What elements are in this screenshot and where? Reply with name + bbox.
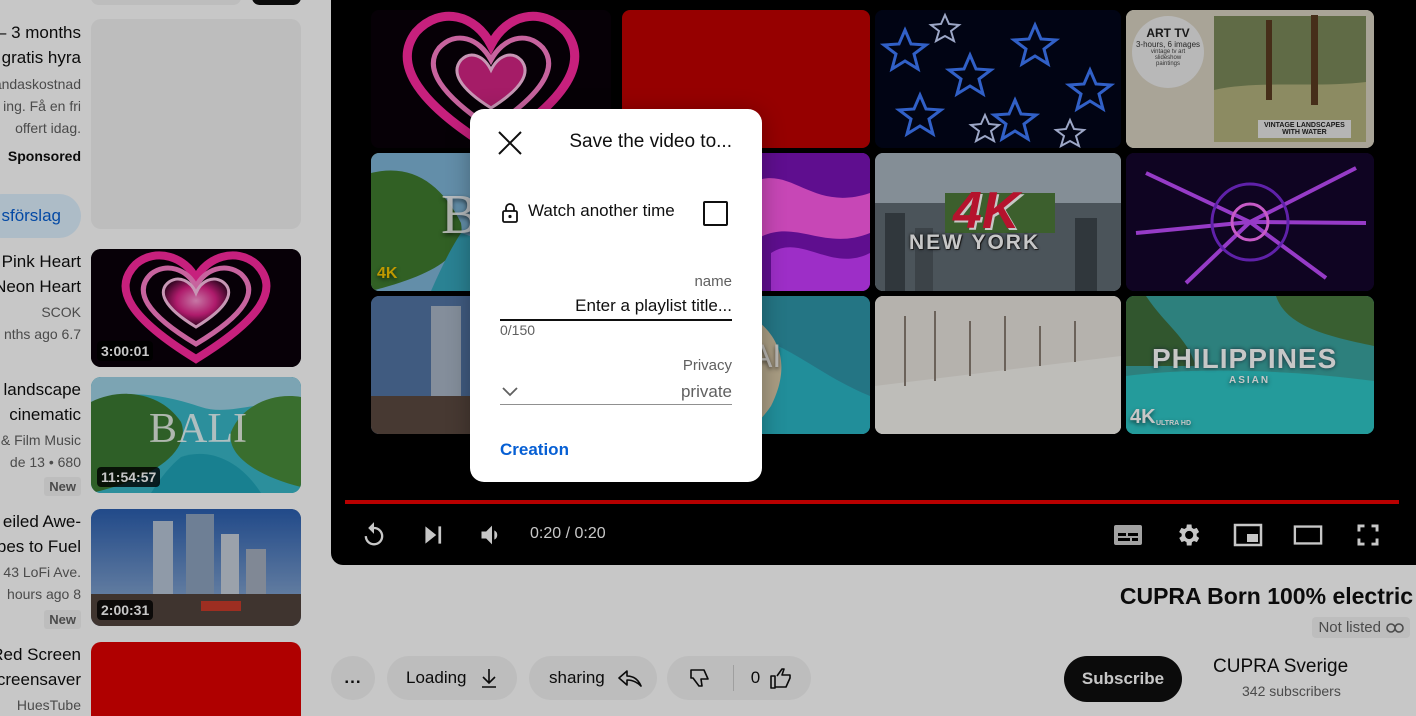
character-counter: 0/150 [500,322,536,338]
page: – 3 months gratis hyra andaskostnad ing.… [0,0,1416,716]
playlist-name-label: name [694,273,732,290]
save-to-playlist-dialog: Save the video to... Watch another time … [470,109,762,482]
playlist-name-input[interactable] [500,293,732,321]
create-playlist-button[interactable]: Creation [500,440,569,460]
watch-later-checkbox[interactable] [703,201,728,226]
lock-icon [502,203,518,223]
watch-later-label: Watch another time [528,201,675,220]
close-button[interactable] [496,129,524,157]
dialog-title: Save the video to... [569,131,732,152]
close-icon [498,131,522,155]
privacy-select[interactable]: private [500,379,732,405]
privacy-value: private [680,381,732,401]
privacy-label: Privacy [682,357,732,374]
chevron-down-icon [502,386,518,396]
